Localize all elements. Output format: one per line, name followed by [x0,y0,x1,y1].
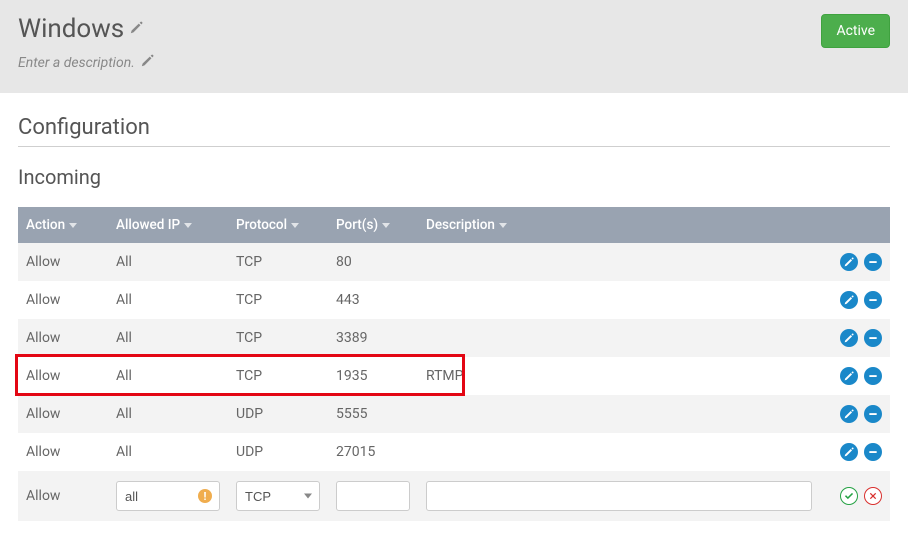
sort-icon [291,223,299,228]
cell-description [418,433,820,471]
cell-ports: 1935 [328,357,418,395]
cell-ip: ! [108,471,228,521]
confirm-icon[interactable] [840,487,858,505]
cell-ops [820,471,890,521]
status-badge[interactable]: Active [821,14,890,48]
cell-ip: All [108,357,228,395]
table-row: AllowAllTCP3389 [18,319,890,357]
cell-ops [820,433,890,471]
cell-action: Allow [18,243,108,281]
cell-protocol: TCP [228,357,328,395]
divider [18,146,890,147]
remove-icon[interactable] [864,253,882,271]
description-placeholder[interactable]: Enter a description. [18,55,135,71]
cell-description: RTMP [418,357,820,395]
edit-icon[interactable] [840,291,858,309]
cell-ports: 5555 [328,395,418,433]
cell-action: Allow [18,281,108,319]
cell-ports: 3389 [328,319,418,357]
table-row: AllowAllTCP443 [18,281,890,319]
ports-input[interactable] [336,481,410,511]
sort-icon [69,223,77,228]
cell-description [418,471,820,521]
remove-icon[interactable] [864,443,882,461]
edit-icon[interactable] [840,253,858,271]
col-description[interactable]: Description [418,207,820,243]
cell-ip: All [108,395,228,433]
cell-ip: All [108,243,228,281]
edit-icon[interactable] [840,367,858,385]
edit-icon[interactable] [840,443,858,461]
cell-description [418,395,820,433]
add-rule-row: Allow! [18,471,890,521]
protocol-select[interactable] [236,481,320,511]
cell-action: Allow [18,395,108,433]
sort-icon [382,223,390,228]
cell-action: Allow [18,357,108,395]
cell-ip: All [108,281,228,319]
incoming-rules-table: Action Allowed IP Protocol Port(s) Descr… [18,207,890,521]
cancel-icon[interactable] [864,487,882,505]
configuration-section: Configuration Incoming Action Allowed IP… [0,93,908,551]
section-title-configuration: Configuration [18,115,890,140]
page-title: Windows [18,14,124,44]
col-ops [820,207,890,243]
cell-ports: 443 [328,281,418,319]
cell-protocol [228,471,328,521]
col-action[interactable]: Action [18,207,108,243]
cell-ops [820,357,890,395]
cell-ports: 80 [328,243,418,281]
cell-ops [820,243,890,281]
remove-icon[interactable] [864,367,882,385]
cell-ip: All [108,433,228,471]
cell-protocol: TCP [228,319,328,357]
cell-ops [820,319,890,357]
subsection-title-incoming: Incoming [18,165,890,189]
edit-icon[interactable] [840,329,858,347]
table-row: AllowAllUDP27015 [18,433,890,471]
cell-ip: All [108,319,228,357]
remove-icon[interactable] [864,405,882,423]
table-row: AllowAllTCP80 [18,243,890,281]
cell-ops [820,281,890,319]
incoming-table-wrapper: Action Allowed IP Protocol Port(s) Descr… [18,207,890,521]
edit-icon[interactable] [840,405,858,423]
remove-icon[interactable] [864,329,882,347]
cell-action: Allow [18,471,108,521]
edit-title-icon[interactable] [130,21,143,38]
col-allowed-ip[interactable]: Allowed IP [108,207,228,243]
cell-ops [820,395,890,433]
cell-action: Allow [18,319,108,357]
table-row: AllowAllTCP1935RTMP [18,357,890,395]
sort-icon [499,223,507,228]
remove-icon[interactable] [864,291,882,309]
cell-description [418,281,820,319]
cell-description [418,319,820,357]
cell-protocol: UDP [228,395,328,433]
cell-ports: 27015 [328,433,418,471]
col-protocol[interactable]: Protocol [228,207,328,243]
warning-icon[interactable]: ! [198,489,212,503]
description-input[interactable] [426,481,812,511]
table-header-row: Action Allowed IP Protocol Port(s) Descr… [18,207,890,243]
cell-protocol: UDP [228,433,328,471]
cell-description [418,243,820,281]
col-ports[interactable]: Port(s) [328,207,418,243]
cell-protocol: TCP [228,243,328,281]
cell-action: Allow [18,433,108,471]
edit-description-icon[interactable] [141,54,154,71]
cell-protocol: TCP [228,281,328,319]
cell-ports [328,471,418,521]
sort-icon [184,223,192,228]
page-header: Windows Enter a description. Active [0,0,908,93]
table-row: AllowAllUDP5555 [18,395,890,433]
